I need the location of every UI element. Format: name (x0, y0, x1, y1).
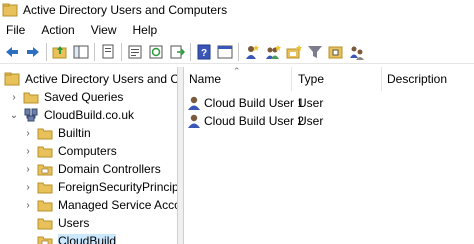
tree-root-label: Active Directory Users and Com (25, 72, 177, 86)
ou-icon (37, 164, 53, 176)
console-tree: Active Directory Users and Com › Saved Q… (0, 67, 178, 244)
tree-item-managed-service-accounts[interactable]: › Managed Service Accour (22, 196, 177, 214)
delegate-icon[interactable] (349, 44, 365, 60)
tree-item-foreign-security-principals[interactable]: › ForeignSecurityPrincipals (22, 178, 177, 196)
chevron-right-icon[interactable]: › (22, 164, 34, 175)
list-item-type: User (298, 114, 324, 128)
tree-root[interactable]: Active Directory Users and Com (4, 70, 177, 88)
list-item[interactable]: Cloud Build User 1 User (184, 94, 474, 112)
column-header-label: Name (189, 72, 222, 86)
back-arrow-icon[interactable] (4, 44, 20, 60)
folder-icon (37, 218, 53, 230)
folder-icon (37, 200, 53, 212)
folder-icon (23, 92, 39, 104)
list-item-type: User (298, 96, 324, 110)
toolbar-separator (190, 42, 191, 61)
new-ou-icon[interactable] (286, 44, 302, 60)
tree-item-computers[interactable]: › Computers (22, 142, 117, 160)
details-list: Name ⌃ Type Description Cloud Build User… (184, 66, 474, 244)
add-to-group-icon[interactable] (328, 44, 344, 60)
properties-icon[interactable] (127, 44, 143, 60)
tree-item-domain-controllers[interactable]: › Domain Controllers (22, 160, 161, 178)
chevron-right-icon[interactable]: › (8, 92, 20, 103)
sort-ascending-icon: ⌃ (233, 66, 241, 76)
forward-arrow-icon[interactable] (25, 44, 41, 60)
tree-item-label: ForeignSecurityPrincipals (58, 180, 177, 194)
tree-item-label: CloudBuild.co.uk (44, 108, 135, 122)
export-list-icon[interactable] (169, 44, 185, 60)
toolbar-separator (121, 42, 122, 61)
toolbar-separator (94, 42, 95, 61)
chevron-right-icon[interactable]: › (22, 128, 34, 139)
tree-item-label: Computers (58, 144, 117, 158)
refresh-icon[interactable] (148, 44, 164, 60)
column-header-name[interactable]: Name ⌃ (184, 66, 292, 91)
svg-text:?: ? (201, 48, 207, 59)
tree-item-label: Saved Queries (44, 90, 124, 104)
new-group-icon[interactable] (265, 44, 281, 60)
filter-icon[interactable] (307, 44, 323, 60)
tree-item-label: CloudBuild (58, 234, 117, 244)
column-header-label: Type (298, 72, 325, 86)
tree-item-label: Domain Controllers (58, 162, 161, 176)
column-header-type[interactable]: Type (293, 67, 382, 91)
menu-help[interactable]: Help (133, 23, 158, 37)
window-title: Active Directory Users and Computers (23, 3, 228, 17)
new-user-icon[interactable] (244, 44, 260, 60)
ou-icon (37, 236, 53, 244)
folder-icon (37, 146, 53, 158)
help-icon[interactable]: ? (196, 44, 212, 60)
chevron-right-icon[interactable]: › (22, 146, 34, 157)
up-folder-icon[interactable] (52, 44, 68, 60)
folder-icon (37, 128, 53, 140)
menu-file[interactable]: File (6, 23, 25, 37)
column-header-label: Description (387, 72, 448, 86)
column-header-description[interactable]: Description (382, 67, 474, 91)
console-tree-icon[interactable] (217, 44, 233, 60)
title-bar: Active Directory Users and Computers (0, 0, 474, 20)
ad-users-computers-app-icon (2, 3, 18, 17)
tree-item-label: Managed Service Accour (58, 198, 177, 212)
chevron-right-icon[interactable]: › (22, 182, 34, 193)
domain-icon (24, 108, 38, 122)
user-icon (188, 114, 200, 128)
menu-view[interactable]: View (91, 23, 117, 37)
list-item-name: Cloud Build User 1 (204, 96, 305, 110)
chevron-right-icon[interactable]: › (22, 200, 34, 211)
tree-item-label: Builtin (58, 126, 91, 140)
folder-icon (37, 182, 53, 194)
ad-root-icon (4, 72, 20, 86)
menu-bar: File Action View Help (0, 20, 474, 40)
chevron-down-icon[interactable]: ⌄ (8, 110, 20, 121)
list-item[interactable]: Cloud Build User 2 User (184, 112, 474, 130)
tree-item-domain[interactable]: ⌄ CloudBuild.co.uk (8, 106, 134, 124)
tree-item-users[interactable]: Users (22, 214, 89, 232)
copy-icon[interactable] (100, 44, 116, 60)
toolbar-separator (46, 42, 47, 61)
tree-item-builtin[interactable]: › Builtin (22, 124, 91, 142)
menu-action[interactable]: Action (41, 23, 74, 37)
list-item-name: Cloud Build User 2 (204, 114, 305, 128)
toolbar-separator (238, 42, 239, 61)
tree-item-saved-queries[interactable]: › Saved Queries (8, 88, 123, 106)
toolbar: ? (0, 40, 474, 64)
tree-item-cloudbuild[interactable]: CloudBuild (22, 232, 117, 244)
tree-item-label: Users (58, 216, 90, 230)
show-hide-tree-icon[interactable] (73, 44, 89, 60)
user-icon (188, 96, 200, 110)
